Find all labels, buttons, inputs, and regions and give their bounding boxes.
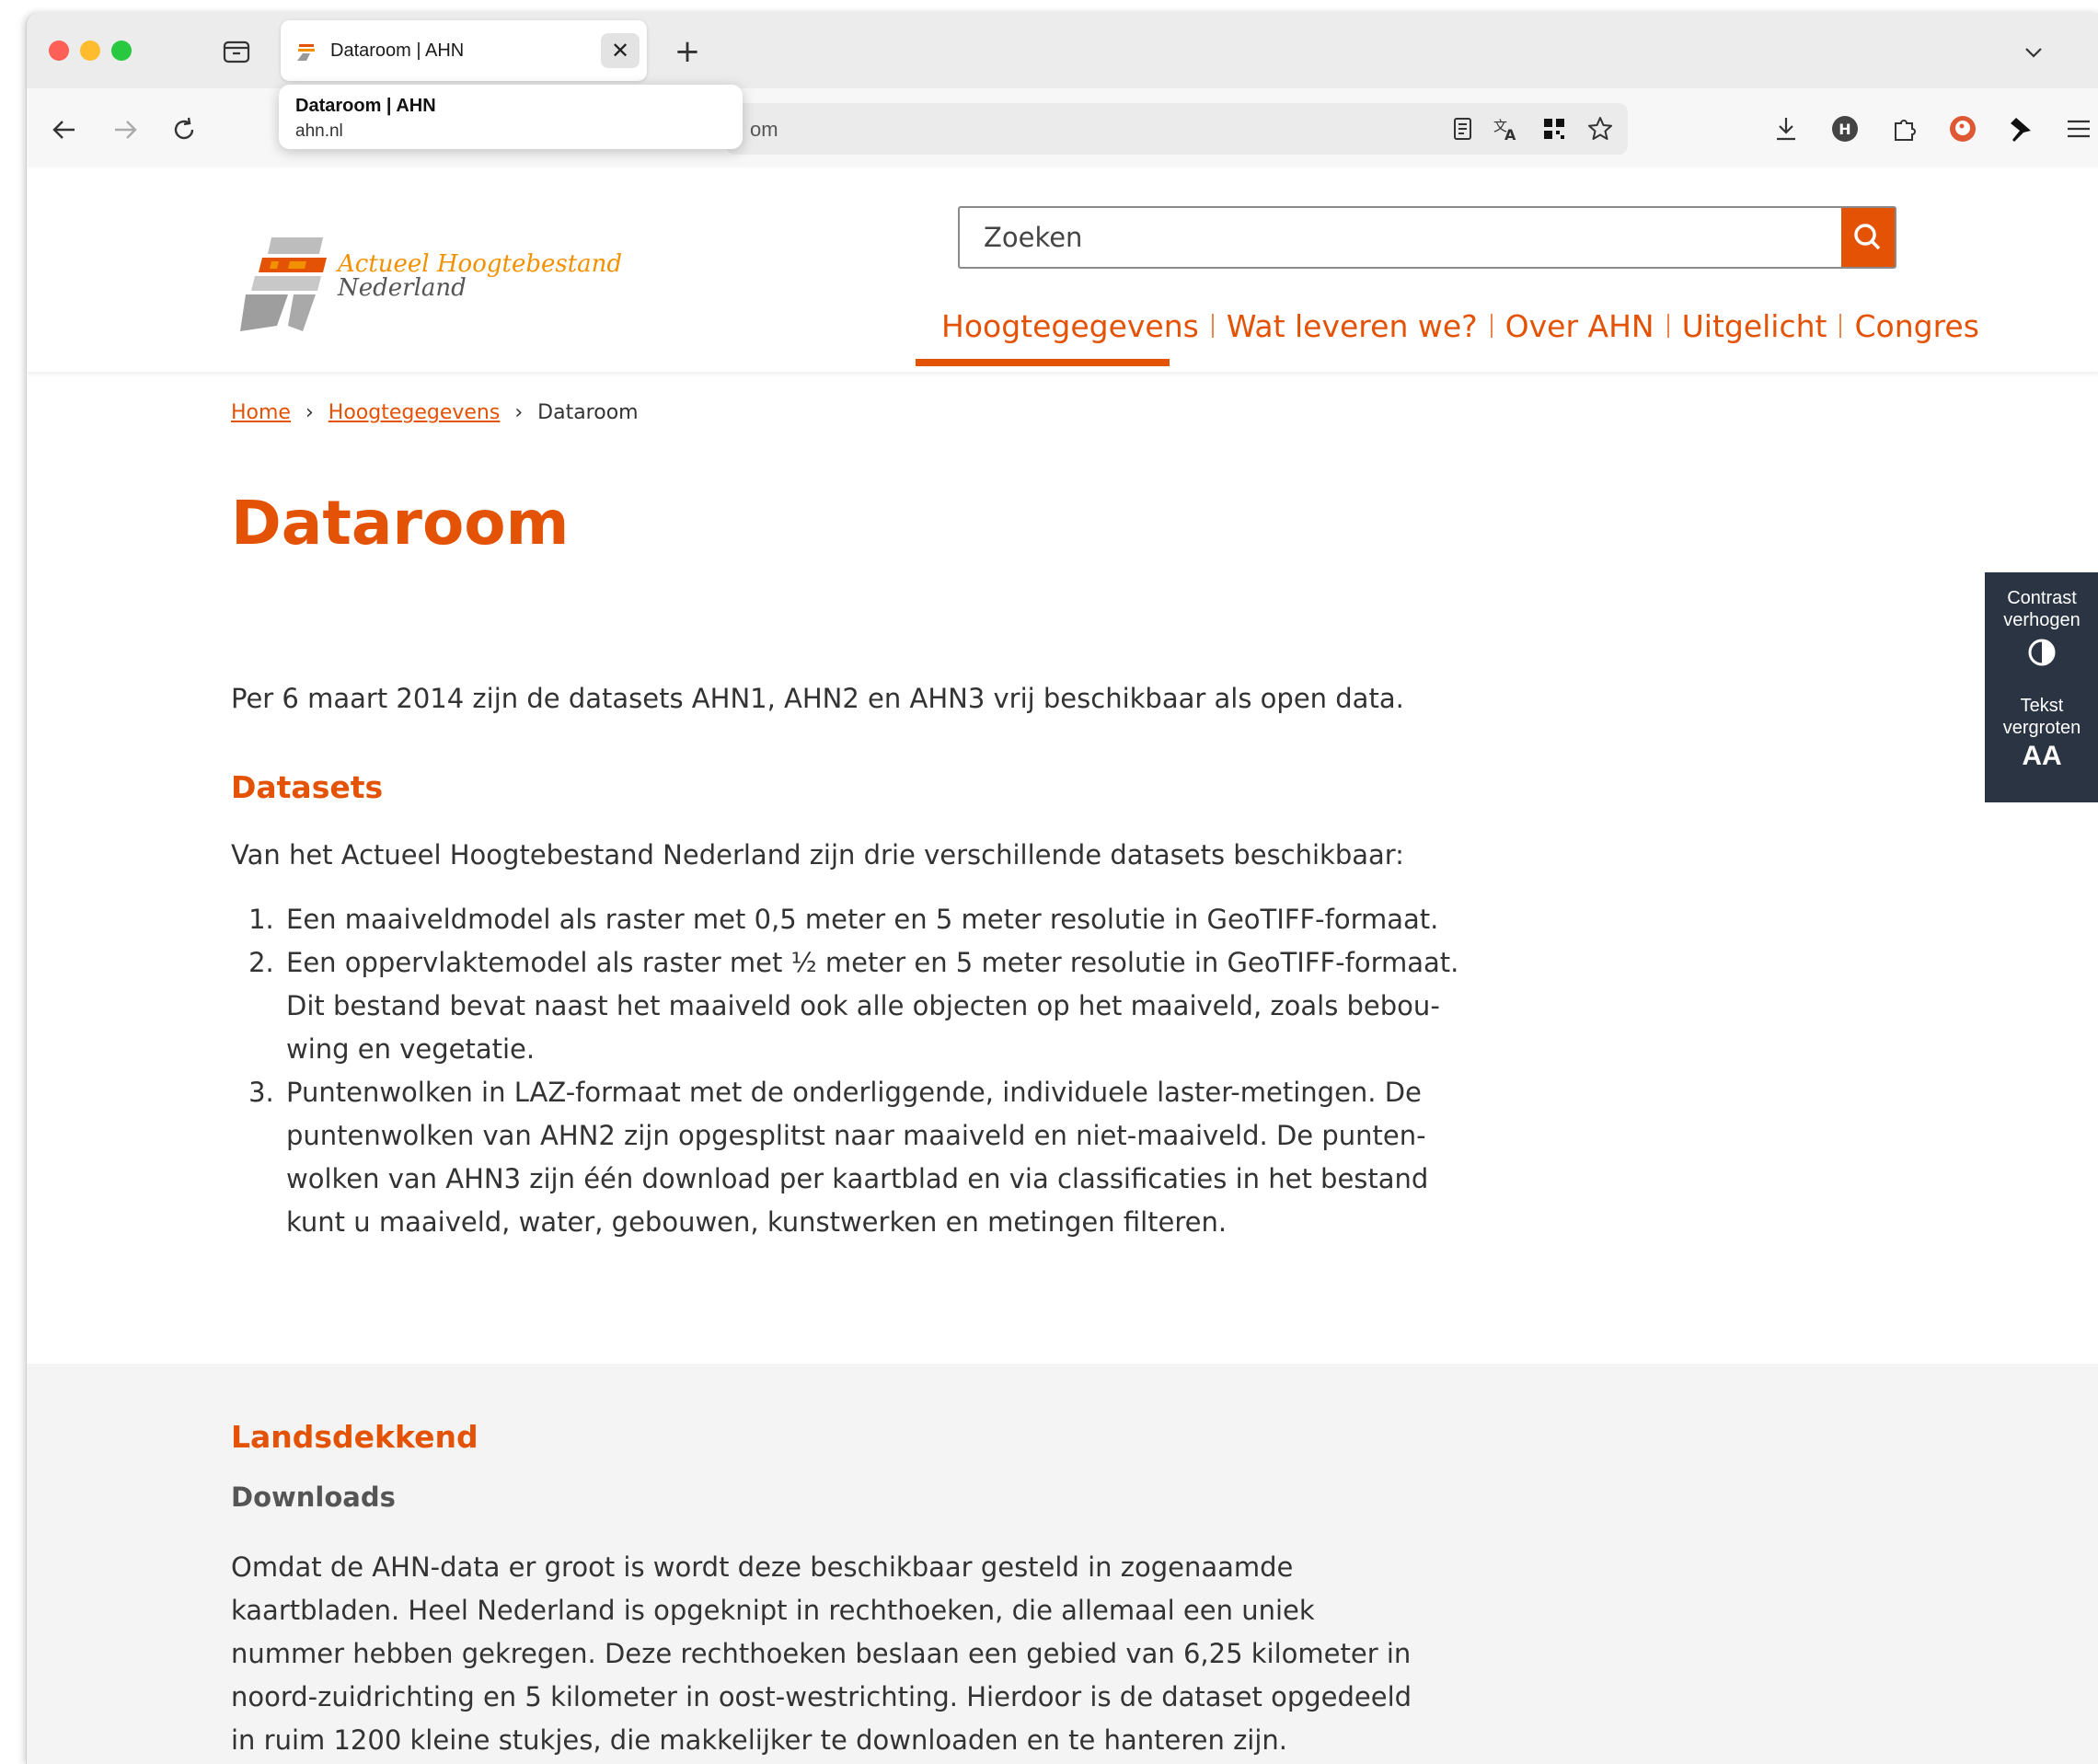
new-tab-button[interactable]: + — [671, 35, 704, 68]
datasets-intro: Van het Actueel Hoogtebestand Nederland … — [231, 839, 1404, 870]
bookmark-star-icon[interactable] — [1585, 114, 1615, 144]
search-icon — [1854, 224, 1881, 250]
text-size-icon: AA — [2022, 741, 2062, 771]
svg-text:A: A — [1504, 126, 1516, 144]
chevron-right-icon: › — [305, 401, 314, 424]
svg-text:H: H — [1839, 121, 1850, 138]
landsdekkend-section: Landsdekkend Downloads Omdat de AHN-data… — [27, 1364, 2098, 1764]
close-window-button[interactable] — [49, 40, 69, 61]
list-item: Een oppervlaktemodel als raster met ½ me… — [282, 941, 1488, 1071]
url-text: om — [750, 118, 778, 141]
tab-strip: Dataroom | AHN ✕ + — [27, 13, 2098, 88]
menu-icon[interactable] — [2062, 112, 2095, 145]
h-extension-icon[interactable]: H — [1828, 112, 1862, 145]
contrast-icon — [2028, 639, 2056, 666]
page-title: Dataroom — [231, 488, 570, 559]
tab-dataroom[interactable]: Dataroom | AHN ✕ — [281, 20, 647, 81]
accessibility-panel: Contrast verhogen Tekst vergroten AA — [1985, 572, 2098, 802]
chevron-down-icon[interactable] — [2020, 39, 2047, 66]
back-icon[interactable] — [49, 114, 80, 145]
breadcrumb: Home › Hoogtegegevens › Dataroom — [231, 401, 639, 424]
breadcrumb-home[interactable]: Home — [231, 401, 291, 424]
search-input[interactable]: Zoeken — [984, 222, 1082, 253]
search-field[interactable]: Zoeken — [958, 206, 1896, 269]
nav-wat-leveren-we[interactable]: Wat leveren we? — [1214, 308, 1491, 344]
breadcrumb-current: Dataroom — [537, 401, 639, 424]
download-icon[interactable] — [1769, 112, 1803, 145]
qr-icon[interactable] — [1539, 114, 1569, 144]
active-nav-indicator — [916, 359, 1170, 366]
fullscreen-window-button[interactable] — [111, 40, 132, 61]
intro-text: Per 6 maart 2014 zijn de datasets AHN1, … — [231, 683, 1404, 714]
nav-uitgelicht[interactable]: Uitgelicht — [1669, 308, 1840, 344]
minimize-window-button[interactable] — [80, 40, 100, 61]
pin-icon[interactable] — [2003, 112, 2036, 145]
nav-over-ahn[interactable]: Over AHN — [1493, 308, 1667, 344]
tooltip-title: Dataroom | AHN — [295, 96, 436, 116]
list-item: Puntenwolken in LAZ-formaat met de onder… — [282, 1071, 1488, 1244]
browser-window: Dataroom | AHN ✕ + om 文A H Dataroom | AH… — [26, 13, 2098, 1764]
sidebar-toggle-icon[interactable] — [222, 37, 251, 66]
url-bar[interactable]: om 文A — [726, 103, 1628, 155]
datasets-list: Een maaiveldmodel als raster met 0,5 met… — [231, 898, 1488, 1244]
list-item: Een maaiveldmodel als raster met 0,5 met… — [282, 898, 1488, 941]
nav-congres[interactable]: Congres — [1841, 308, 1991, 344]
duckduckgo-icon[interactable] — [1946, 112, 1979, 145]
reader-view-icon[interactable] — [1447, 114, 1477, 144]
extensions-icon[interactable] — [1887, 112, 1920, 145]
text-size-button[interactable]: Tekst vergroten AA — [1985, 673, 2098, 772]
landsdekkend-heading: Landsdekkend — [231, 1419, 478, 1455]
nav-hoogtegegevens[interactable]: Hoogtegegevens — [928, 308, 1212, 344]
datasets-heading: Datasets — [231, 769, 384, 805]
close-tab-icon[interactable]: ✕ — [601, 33, 640, 68]
tab-title: Dataroom | AHN — [330, 40, 465, 61]
ahn-favicon-icon — [295, 40, 319, 63]
logo-text-line2: Nederland — [338, 274, 467, 302]
forward-icon[interactable] — [110, 114, 141, 145]
downloads-heading: Downloads — [231, 1482, 396, 1513]
tooltip-url: ahn.nl — [295, 121, 343, 141]
reload-icon[interactable] — [168, 114, 200, 145]
translate-icon[interactable]: 文A — [1492, 114, 1521, 144]
search-button[interactable] — [1841, 208, 1895, 267]
site-header: Actueel Hoogtebestand Nederland Zoeken H… — [27, 167, 2098, 372]
web-page: Actueel Hoogtebestand Nederland Zoeken H… — [27, 167, 2098, 1764]
text-size-label: Tekst vergroten — [2002, 696, 2081, 738]
tab-tooltip: Dataroom | AHN ahn.nl — [279, 85, 743, 149]
contrast-button[interactable]: Contrast verhogen — [1985, 572, 2098, 673]
contrast-label: Contrast verhogen — [2003, 588, 2081, 630]
breadcrumb-hoogtegegevens[interactable]: Hoogtegegevens — [329, 401, 501, 424]
downloads-text: Omdat de AHN-data er groot is wordt deze… — [231, 1551, 1412, 1756]
main-nav: Hoogtegegevens Wat leveren we? Over AHN … — [928, 304, 1992, 348]
chevron-right-icon: › — [514, 401, 524, 424]
